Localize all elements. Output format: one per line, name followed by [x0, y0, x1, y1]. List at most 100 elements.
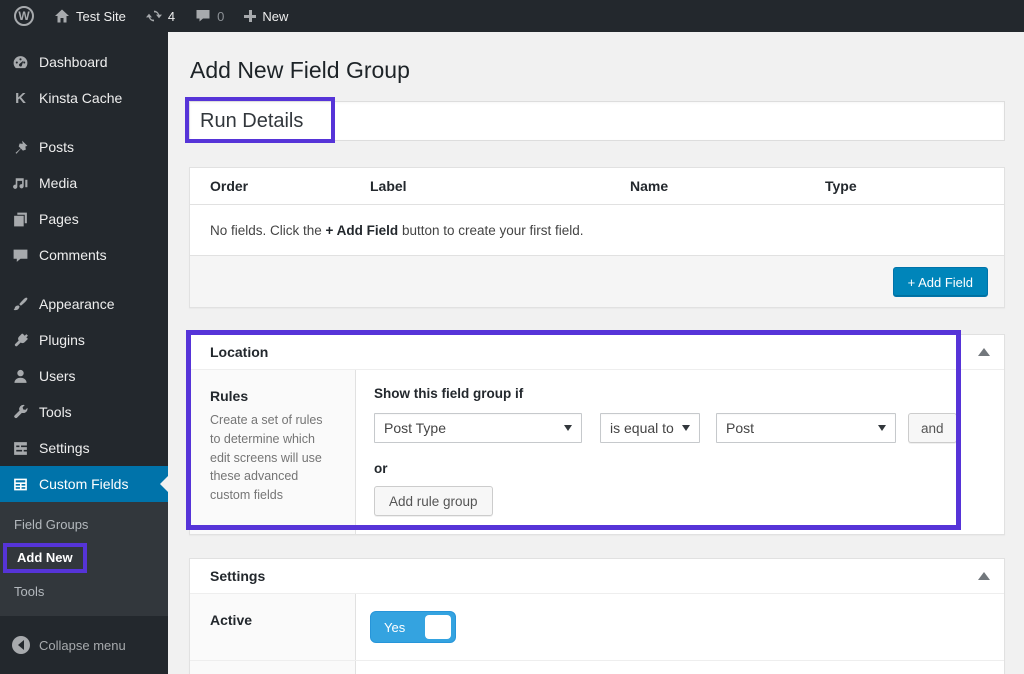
- sidebar-item-label: Dashboard: [39, 54, 108, 70]
- column-header-type: Type: [825, 178, 984, 194]
- new-label: New: [262, 9, 288, 24]
- column-header-order: Order: [210, 178, 370, 194]
- fields-table-header: Order Label Name Type: [190, 168, 1004, 205]
- wp-logo-menu[interactable]: W: [0, 0, 44, 32]
- site-name-link[interactable]: Test Site: [44, 0, 136, 32]
- home-icon: [54, 8, 70, 24]
- new-content-link[interactable]: New: [234, 0, 298, 32]
- collapse-toggle-icon[interactable]: [978, 572, 990, 580]
- collapse-arrow-icon: [12, 636, 30, 654]
- admin-bar: W Test Site 4 0 New: [0, 0, 1024, 32]
- sidebar-item-label: Plugins: [39, 332, 85, 348]
- location-metabox: Location Rules Create a set of rules to …: [189, 334, 1005, 535]
- sidebar-item-tools[interactable]: Tools: [0, 394, 168, 430]
- column-header-label: Label: [370, 178, 630, 194]
- rules-content-column: Show this field group if Post Type is eq…: [356, 370, 1004, 534]
- add-field-button[interactable]: + Add Field: [893, 267, 988, 297]
- collapse-menu-button[interactable]: Collapse menu: [0, 626, 168, 664]
- sidebar-item-label: Custom Fields: [39, 476, 128, 492]
- kinsta-logo-icon: K: [12, 90, 29, 107]
- title-field-wrap: [189, 101, 1005, 141]
- or-label: or: [374, 461, 986, 476]
- location-title: Location: [210, 344, 268, 360]
- paintbrush-icon: [12, 296, 29, 313]
- updates-link[interactable]: 4: [136, 0, 185, 32]
- location-metabox-header[interactable]: Location: [190, 335, 1004, 370]
- column-header-name: Name: [630, 178, 825, 194]
- rules-description: Create a set of rules to determine which…: [210, 411, 335, 505]
- rule-value-select[interactable]: Post: [716, 413, 896, 443]
- no-fields-bold-text: + Add Field: [326, 223, 399, 238]
- sidebar-item-posts[interactable]: Posts: [0, 129, 168, 165]
- add-rule-group-button[interactable]: Add rule group: [374, 486, 493, 516]
- active-setting-content: Yes: [356, 594, 1004, 660]
- updates-count: 4: [168, 9, 175, 24]
- sidebar-item-plugins[interactable]: Plugins: [0, 322, 168, 358]
- updates-icon: [146, 8, 162, 24]
- sidebar-item-label: Comments: [39, 247, 107, 263]
- rule-param-select[interactable]: Post Type: [374, 413, 582, 443]
- sidebar-item-label: Tools: [39, 404, 72, 420]
- sidebar-item-label: Appearance: [39, 296, 115, 312]
- rule-param-value: Post Type: [384, 420, 446, 436]
- rules-label-column: Rules Create a set of rules to determine…: [190, 370, 356, 534]
- sidebar-item-label: Pages: [39, 211, 79, 227]
- location-metabox-body: Rules Create a set of rules to determine…: [190, 370, 1004, 534]
- sidebar-item-label: Media: [39, 175, 77, 191]
- chevron-down-icon: [878, 425, 886, 431]
- active-setting-row: Active Yes: [190, 594, 1004, 661]
- sidebar-item-dashboard[interactable]: Dashboard: [0, 44, 168, 80]
- media-icon: [12, 175, 29, 192]
- admin-menu: Dashboard K Kinsta Cache Posts Media Pa: [0, 32, 168, 664]
- sidebar-item-kinsta-cache[interactable]: K Kinsta Cache: [0, 80, 168, 116]
- comments-link[interactable]: 0: [185, 0, 234, 32]
- show-if-label: Show this field group if: [374, 386, 986, 401]
- user-icon: [12, 368, 29, 385]
- annotation-box-add-new: Add New: [3, 543, 87, 573]
- dashboard-gauge-icon: [12, 54, 29, 71]
- collapse-toggle-icon[interactable]: [978, 348, 990, 356]
- plugin-icon: [12, 332, 29, 349]
- submenu-item-add-new[interactable]: Add New: [0, 539, 168, 577]
- rule-operator-select[interactable]: is equal to: [600, 413, 700, 443]
- page-title: Add New Field Group: [190, 57, 1005, 84]
- toggle-knob: [425, 615, 451, 639]
- sidebar-item-label: Posts: [39, 139, 74, 155]
- chevron-down-icon: [682, 425, 690, 431]
- sidebar-item-media[interactable]: Media: [0, 165, 168, 201]
- sidebar-item-comments[interactable]: Comments: [0, 237, 168, 273]
- comment-bubble-icon: [195, 8, 211, 24]
- next-setting-label-cell: [190, 661, 356, 674]
- rule-row: Post Type is equal to Post and: [374, 413, 986, 443]
- comments-icon: [12, 247, 29, 264]
- sidebar-item-custom-fields[interactable]: Custom Fields: [0, 466, 168, 502]
- settings-metabox-header[interactable]: Settings: [190, 559, 1004, 594]
- rule-operator-value: is equal to: [610, 420, 674, 436]
- comments-count: 0: [217, 9, 224, 24]
- rules-label: Rules: [210, 388, 335, 404]
- admin-sidebar: Dashboard K Kinsta Cache Posts Media Pa: [0, 32, 168, 674]
- pages-icon: [12, 211, 29, 228]
- fields-table: Order Label Name Type No fields. Click t…: [189, 167, 1005, 308]
- active-label: Active: [190, 594, 356, 660]
- submenu-item-field-groups[interactable]: Field Groups: [0, 510, 168, 539]
- collapse-menu-label: Collapse menu: [39, 638, 126, 653]
- main-content: Add New Field Group Order Label Name Typ…: [168, 32, 1024, 674]
- submenu-item-tools[interactable]: Tools: [0, 577, 168, 606]
- toggle-on-label: Yes: [371, 620, 405, 635]
- custom-fields-submenu: Field Groups Add New Tools: [0, 502, 168, 616]
- and-rule-button[interactable]: and: [908, 413, 957, 443]
- wrench-icon: [12, 404, 29, 421]
- sidebar-item-settings[interactable]: Settings: [0, 430, 168, 466]
- field-group-title-input[interactable]: [189, 101, 1005, 141]
- submenu-item-label: Add New: [17, 550, 73, 565]
- sidebar-item-pages[interactable]: Pages: [0, 201, 168, 237]
- sidebar-item-appearance[interactable]: Appearance: [0, 286, 168, 322]
- sidebar-item-users[interactable]: Users: [0, 358, 168, 394]
- custom-fields-table-icon: [12, 476, 29, 493]
- active-toggle[interactable]: Yes: [370, 611, 456, 643]
- no-fields-text: No fields. Click the: [210, 223, 326, 238]
- next-setting-row: [190, 661, 1004, 674]
- settings-metabox: Settings Active Yes: [189, 558, 1005, 674]
- settings-sliders-icon: [12, 440, 29, 457]
